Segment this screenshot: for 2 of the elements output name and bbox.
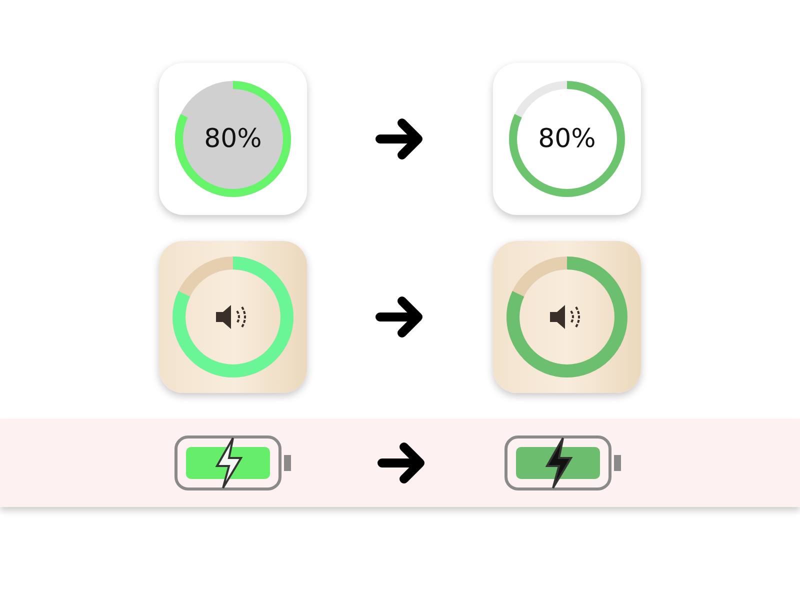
percent-text: 80% (538, 124, 596, 154)
percent-text: 80% (204, 124, 262, 154)
